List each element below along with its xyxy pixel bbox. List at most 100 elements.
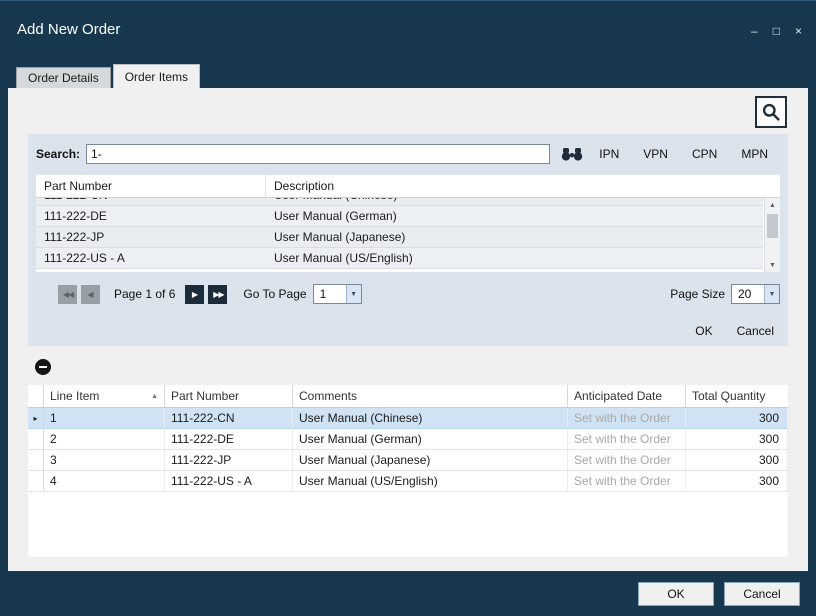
part-number-column-label: Part Number xyxy=(171,389,239,403)
line-item-column-header[interactable]: Line Item ▲ xyxy=(44,385,165,407)
total-quantity-cell: 300 xyxy=(686,450,788,470)
go-to-page-label: Go To Page xyxy=(243,287,306,301)
result-part-number: 111-222-US - A xyxy=(36,251,266,265)
result-description: User Manual (Chinese) xyxy=(266,198,763,202)
ok-button[interactable]: OK xyxy=(638,582,714,606)
comments-cell: User Manual (Japanese) xyxy=(293,450,568,470)
anticipated-date-cell: Set with the Order xyxy=(568,450,686,470)
line-item-cell: 1 xyxy=(44,408,165,428)
filter-ipn-button[interactable]: IPN xyxy=(587,144,631,164)
last-page-button[interactable]: ▶▶ xyxy=(208,285,227,304)
grid-row[interactable]: 2 111-222-DE User Manual (German) Set wi… xyxy=(28,429,788,450)
next-page-icon: ▶ xyxy=(192,290,198,299)
results-viewport: 111-222-CN User Manual (Chinese) 111-222… xyxy=(36,198,763,272)
row-selector-icon: ▸ xyxy=(28,408,44,428)
grid-row[interactable]: 4 111-222-US - A User Manual (US/English… xyxy=(28,471,788,492)
order-items-grid: Line Item ▲ Part Number Comments Anticip… xyxy=(28,385,788,557)
search-input[interactable] xyxy=(86,144,550,164)
go-to-page-combo[interactable]: 1 ▼ xyxy=(313,284,362,304)
result-part-number: 111-222-JP xyxy=(36,230,266,244)
tab-strip: Order Details Order Items xyxy=(16,64,202,88)
comments-cell: User Manual (US/English) xyxy=(293,471,568,491)
grid-row[interactable]: ▸ 1 111-222-CN User Manual (Chinese) Set… xyxy=(28,408,788,429)
part-number-column-header[interactable]: Part Number xyxy=(36,175,266,197)
filter-mpn-button[interactable]: MPN xyxy=(729,144,780,164)
find-button[interactable] xyxy=(558,144,588,164)
tab-order-items[interactable]: Order Items xyxy=(113,64,200,88)
page-size-value: 20 xyxy=(732,285,764,303)
close-icon[interactable]: × xyxy=(795,25,802,37)
window-controls: – □ × xyxy=(751,25,802,37)
part-number-column-header[interactable]: Part Number xyxy=(165,385,293,407)
next-page-button[interactable]: ▶ xyxy=(185,285,204,304)
row-selector-column-header xyxy=(28,385,44,407)
minus-icon xyxy=(39,366,47,368)
result-row[interactable]: 111-222-DE User Manual (German) xyxy=(36,206,763,227)
search-cancel-button[interactable]: Cancel xyxy=(737,324,774,338)
cancel-button[interactable]: Cancel xyxy=(724,582,800,606)
total-quantity-column-label: Total Quantity xyxy=(692,389,765,403)
result-row[interactable]: 111-222-US - A User Manual (US/English) xyxy=(36,248,763,269)
search-ok-button[interactable]: OK xyxy=(695,324,712,338)
dialog-title: Add New Order xyxy=(17,21,120,38)
chevron-down-icon: ▼ xyxy=(346,285,361,303)
chevron-down-icon: ▼ xyxy=(764,285,779,303)
scrollbar-track[interactable] xyxy=(765,238,780,258)
grid-header: Line Item ▲ Part Number Comments Anticip… xyxy=(28,385,788,408)
line-item-cell: 2 xyxy=(44,429,165,449)
line-item-column-label: Line Item xyxy=(50,389,99,403)
comments-cell: User Manual (Chinese) xyxy=(293,408,568,428)
pagination-bar: ◀◀ ◀ Page 1 of 6 ▶ ▶▶ Go To Page 1 ▼ xyxy=(36,282,780,306)
first-page-button[interactable]: ◀◀ xyxy=(58,285,77,304)
search-toggle-button[interactable] xyxy=(755,96,787,128)
anticipated-date-cell: Set with the Order xyxy=(568,408,686,428)
tab-order-details[interactable]: Order Details xyxy=(16,67,111,88)
filter-vpn-button[interactable]: VPN xyxy=(631,144,680,164)
part-search-panel: Search: IPN VPN xyxy=(28,134,788,346)
part-number-cell: 111-222-CN xyxy=(165,408,293,428)
part-number-cell: 111-222-US - A xyxy=(165,471,293,491)
total-quantity-cell: 300 xyxy=(686,429,788,449)
total-quantity-cell: 300 xyxy=(686,408,788,428)
page-size-label: Page Size xyxy=(670,287,725,301)
page-size-group: Page Size 20 ▼ xyxy=(670,284,780,304)
search-row: Search: IPN VPN xyxy=(36,143,780,165)
previous-page-button[interactable]: ◀ xyxy=(81,285,100,304)
comments-column-label: Comments xyxy=(299,389,357,403)
minimize-icon[interactable]: – xyxy=(751,25,758,37)
last-page-icon: ▶▶ xyxy=(212,290,223,299)
line-item-cell: 4 xyxy=(44,471,165,491)
page-status: Page 1 of 6 xyxy=(114,287,175,301)
part-number-cell: 111-222-JP xyxy=(165,450,293,470)
filter-cpn-button[interactable]: CPN xyxy=(680,144,729,164)
anticipated-date-cell: Set with the Order xyxy=(568,471,686,491)
search-filter-group: IPN VPN CPN MPN xyxy=(587,144,780,164)
result-description: User Manual (Japanese) xyxy=(266,230,763,244)
scroll-up-icon[interactable]: ▲ xyxy=(765,198,780,212)
result-row[interactable]: 111-222-JP User Manual (Japanese) xyxy=(36,227,763,248)
row-selector-cell xyxy=(28,471,44,491)
sort-ascending-icon: ▲ xyxy=(151,393,158,400)
page-size-combo[interactable]: 20 ▼ xyxy=(731,284,780,304)
comments-column-header[interactable]: Comments xyxy=(293,385,568,407)
result-row[interactable]: 111-222-CN User Manual (Chinese) xyxy=(36,198,763,206)
vertical-scrollbar[interactable]: ▲ ▼ xyxy=(764,198,780,272)
search-icon xyxy=(761,102,781,122)
scrollbar-thumb[interactable] xyxy=(767,214,778,238)
remove-line-item-button[interactable] xyxy=(35,359,51,375)
order-items-panel: Search: IPN VPN xyxy=(8,88,808,571)
anticipated-date-column-header[interactable]: Anticipated Date xyxy=(568,385,686,407)
description-column-header[interactable]: Description xyxy=(266,175,780,197)
search-label: Search: xyxy=(36,147,80,161)
scroll-down-icon[interactable]: ▼ xyxy=(765,258,780,272)
maximize-icon[interactable]: □ xyxy=(773,25,780,37)
add-new-order-dialog: Add New Order – □ × Order Details Order … xyxy=(0,0,816,616)
result-part-number: 111-222-DE xyxy=(36,209,266,223)
anticipated-date-column-label: Anticipated Date xyxy=(574,389,662,403)
comments-cell: User Manual (German) xyxy=(293,429,568,449)
total-quantity-column-header[interactable]: Total Quantity xyxy=(686,385,788,407)
results-header: Part Number Description xyxy=(36,175,780,198)
binoculars-icon xyxy=(561,147,583,161)
go-to-page-value: 1 xyxy=(314,285,346,303)
grid-row[interactable]: 3 111-222-JP User Manual (Japanese) Set … xyxy=(28,450,788,471)
